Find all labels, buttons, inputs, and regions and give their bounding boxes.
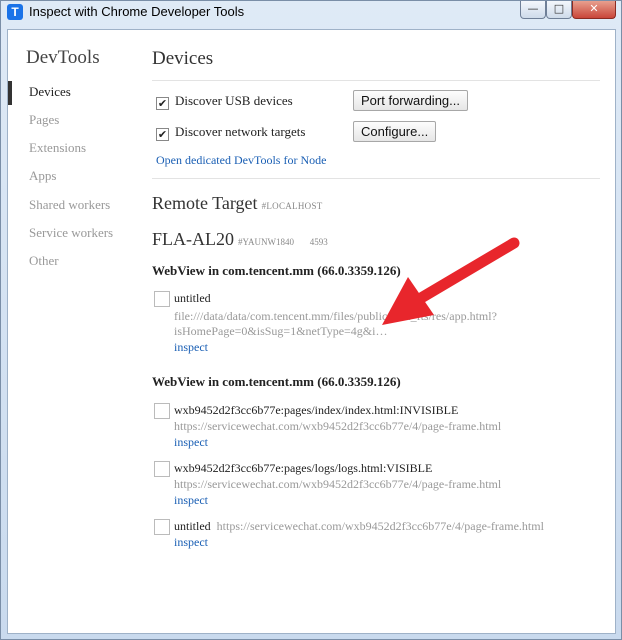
port-forwarding-button[interactable]: Port forwarding... [353, 90, 468, 111]
devtools-content: DevTools Devices Pages Extensions Apps S… [7, 29, 616, 634]
target-item: untitled https://servicewechat.com/wxb94… [154, 519, 574, 553]
maximize-button[interactable]: □ [546, 1, 572, 19]
page-title: Devices [152, 48, 214, 69]
target-checkbox[interactable] [154, 519, 170, 535]
target-name: wxb9452d2f3cc6b77e:pages/logs/logs.html:… [174, 461, 433, 475]
open-node-devtools-link[interactable]: Open dedicated DevTools for Node [156, 153, 326, 168]
inspect-link[interactable]: inspect [174, 493, 208, 508]
discover-usb-label: Discover USB devices [175, 93, 293, 108]
annotation-arrow-icon [382, 237, 520, 325]
sidebar-item-pages[interactable]: Pages [8, 109, 138, 133]
inspect-link[interactable]: inspect [174, 535, 208, 550]
discover-usb-row: ✔ Discover USB devices [156, 93, 293, 110]
target-url-continued: isHomePage=0&isSug=1&netType=4g&i… [174, 324, 388, 338]
target-checkbox[interactable] [154, 403, 170, 419]
sidebar-title: DevTools [26, 47, 100, 68]
configure-button[interactable]: Configure... [353, 121, 437, 142]
target-checkbox[interactable] [154, 461, 170, 477]
target-url: https://servicewechat.com/wxb9452d2f3cc6… [174, 477, 502, 491]
close-button[interactable]: ✕ [572, 1, 616, 19]
webview-title: WebView in com.tencent.mm (66.0.3359.126… [152, 374, 401, 389]
sidebar: DevTools Devices Pages Extensions Apps S… [8, 30, 138, 633]
sidebar-item-other[interactable]: Other [8, 250, 138, 274]
divider [152, 178, 600, 179]
inspect-link[interactable]: inspect [174, 340, 208, 355]
sidebar-item-apps[interactable]: Apps [8, 165, 138, 189]
target-name: wxb9452d2f3cc6b77e:pages/index/index.htm… [174, 403, 459, 417]
sidebar-item-devices[interactable]: Devices [8, 81, 138, 105]
target-url: https://servicewechat.com/wxb9452d2f3cc6… [216, 519, 544, 533]
remote-target-title: Remote Target [152, 193, 258, 213]
discover-network-checkbox[interactable]: ✔ [156, 128, 169, 141]
target-checkbox[interactable] [154, 291, 170, 307]
discover-usb-checkbox[interactable]: ✔ [156, 97, 169, 110]
target-name: untitled [174, 519, 211, 533]
device-serial: #YAUNW1840 4593 [238, 237, 328, 247]
inspect-link[interactable]: inspect [174, 435, 208, 450]
device-name: FLA-AL20 [152, 229, 234, 249]
target-name-and-url: untitled https://servicewechat.com/wxb94… [174, 519, 544, 534]
minimize-button[interactable]: — [520, 1, 546, 19]
title-bar[interactable]: T Inspect with Chrome Developer Tools — … [1, 1, 621, 25]
sidebar-item-shared-workers[interactable]: Shared workers [8, 194, 138, 218]
device-heading: FLA-AL20 #YAUNW1840 4593 [152, 229, 328, 250]
target-url: https://servicewechat.com/wxb9452d2f3cc6… [174, 419, 502, 433]
discover-network-row: ✔ Discover network targets [156, 124, 305, 141]
remote-target-heading: Remote Target #LOCALHOST [152, 193, 323, 214]
app-icon: T [7, 4, 23, 20]
target-name: untitled [174, 291, 211, 305]
sidebar-item-extensions[interactable]: Extensions [8, 137, 138, 161]
remote-target-tag: #LOCALHOST [261, 201, 323, 211]
target-item: wxb9452d2f3cc6b77e:pages/logs/logs.html:… [154, 461, 574, 511]
webview-title: WebView in com.tencent.mm (66.0.3359.126… [152, 263, 401, 278]
window-frame: T Inspect with Chrome Developer Tools — … [0, 0, 622, 640]
divider [152, 80, 600, 81]
target-item: wxb9452d2f3cc6b77e:pages/index/index.htm… [154, 403, 574, 453]
main-panel: Devices ✔ Discover USB devices Port forwa… [152, 30, 602, 633]
discover-network-label: Discover network targets [175, 124, 306, 139]
window-title: Inspect with Chrome Developer Tools [29, 4, 245, 19]
sidebar-item-service-workers[interactable]: Service workers [8, 222, 138, 246]
